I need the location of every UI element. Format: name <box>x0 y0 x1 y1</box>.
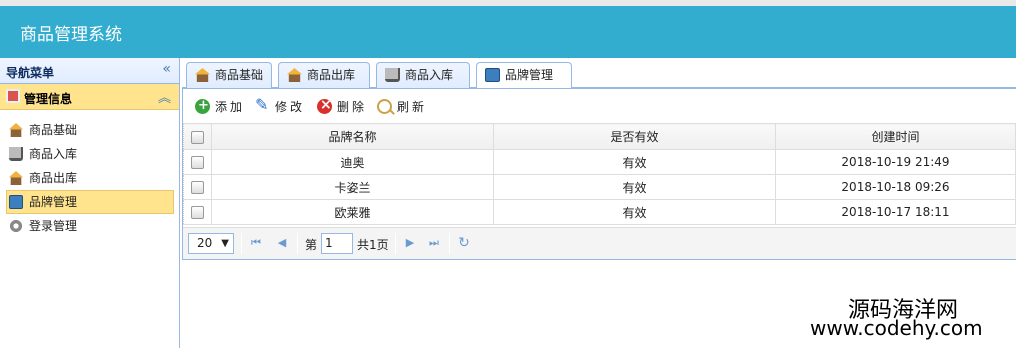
page-number-input[interactable]: 1 <box>321 233 353 254</box>
tab-label: 商品基础 <box>215 68 264 82</box>
delete-icon <box>317 96 335 114</box>
nav-header: 导航菜单 « <box>0 58 179 84</box>
book-icon <box>485 68 500 82</box>
valid-cell: 有效 <box>493 149 776 175</box>
tab-brand[interactable]: 品牌管理✕ <box>476 62 572 106</box>
refresh-button[interactable]: 刷新 <box>377 98 427 116</box>
collapse-up-icon[interactable]: ︽ <box>158 87 171 106</box>
tab-product-basic[interactable]: 商品基础 <box>186 62 272 88</box>
sidebar-item-label: 商品基础 <box>29 123 78 137</box>
last-page-icon[interactable]: ⏭ <box>427 236 441 250</box>
nav-group-label: 管理信息 <box>24 92 73 106</box>
refresh-label: 刷新 <box>397 100 428 114</box>
edit-label: 修改 <box>275 100 306 114</box>
page-size-select[interactable]: 20 ▼ <box>188 233 234 254</box>
sidebar: 导航菜单 « 管理信息 ︽ 商品基础 商品入库 商品出库 品牌管理 登录管理 <box>0 58 180 348</box>
brand-panel: 添加 修改 删除 刷新 品牌名称 是否有效 创建时间 <box>182 88 1016 260</box>
delete-label: 删除 <box>337 100 368 114</box>
cart-icon <box>9 147 23 161</box>
app-title: 商品管理系统 <box>20 25 122 45</box>
home-icon <box>195 68 210 82</box>
delete-button[interactable]: 删除 <box>317 96 368 116</box>
brand-table: 品牌名称 是否有效 创建时间 迪奥 有效 2018-10-19 21:49 卡姿… <box>183 123 1016 225</box>
prev-page-icon[interactable]: ◀ <box>275 236 289 250</box>
tab-label: 商品出库 <box>307 68 356 82</box>
sidebar-item-stock-out[interactable]: 商品出库 <box>6 166 174 190</box>
created-cell: 2018-10-17 18:11 <box>775 199 1016 225</box>
pagination: 20 ▼ ⏮ ◀ 第 1 共1页 ▶ ⏭ ↻ <box>183 227 1016 259</box>
tab-stock-in[interactable]: 商品入库✕ <box>376 62 470 106</box>
sidebar-item-label: 商品出库 <box>29 171 78 185</box>
page-size-value: 20 <box>197 236 213 250</box>
search-refresh-icon <box>377 99 392 114</box>
edit-button[interactable]: 修改 <box>255 96 306 116</box>
gear-icon <box>9 219 23 233</box>
add-label: 添加 <box>215 100 246 114</box>
sidebar-item-label: 商品入库 <box>29 147 78 161</box>
sidebar-item-stock-in[interactable]: 商品入库 <box>6 142 174 166</box>
pager-separator <box>449 233 450 254</box>
row-checkbox[interactable] <box>191 181 204 194</box>
created-cell: 2018-10-19 21:49 <box>775 149 1016 175</box>
column-header[interactable]: 创建时间 <box>775 123 1016 150</box>
nav-title: 导航菜单 <box>6 66 55 80</box>
select-all-checkbox[interactable] <box>191 130 204 144</box>
row-checkbox[interactable] <box>191 206 204 219</box>
add-icon <box>195 97 212 115</box>
nav-group-header[interactable]: 管理信息 ︽ <box>0 84 179 110</box>
pager-separator <box>241 233 242 254</box>
next-page-icon[interactable]: ▶ <box>403 236 417 250</box>
sidebar-item-label: 品牌管理 <box>29 195 78 209</box>
page-total: 共1页 <box>357 238 389 252</box>
table-row[interactable]: 欧莱雅 有效 2018-10-17 18:11 <box>183 199 1016 225</box>
select-all-checkbox-cell[interactable] <box>183 123 212 150</box>
sidebar-item-label: 登录管理 <box>29 219 78 233</box>
tab-label: 品牌管理 <box>505 68 554 82</box>
collapse-left-icon[interactable]: « <box>162 61 171 77</box>
sidebar-item-product-basic[interactable]: 商品基础 <box>6 118 174 142</box>
home-icon <box>9 171 23 185</box>
table-row[interactable]: 迪奥 有效 2018-10-19 21:49 <box>183 149 1016 175</box>
table-row[interactable]: 卡姿兰 有效 2018-10-18 09:26 <box>183 174 1016 200</box>
tab-label: 商品入库 <box>405 68 454 82</box>
created-cell: 2018-10-18 09:26 <box>775 174 1016 200</box>
home-icon <box>9 123 23 137</box>
column-header[interactable]: 是否有效 <box>493 123 776 150</box>
valid-cell: 有效 <box>493 174 776 200</box>
dropdown-caret-icon: ▼ <box>221 238 229 249</box>
toolbar: 添加 修改 删除 刷新 <box>183 89 1016 123</box>
cart-icon <box>385 68 400 82</box>
first-page-icon[interactable]: ⏮ <box>249 236 263 250</box>
add-button[interactable]: 添加 <box>195 97 246 116</box>
row-checkbox-cell[interactable] <box>183 149 212 175</box>
pager-separator <box>395 233 396 254</box>
sidebar-item-brand[interactable]: 品牌管理 <box>6 190 174 214</box>
brand-name-cell: 欧莱雅 <box>211 199 494 225</box>
column-header[interactable]: 品牌名称 <box>211 123 494 150</box>
row-checkbox[interactable] <box>191 156 204 169</box>
nav-menu: 商品基础 商品入库 商品出库 品牌管理 登录管理 <box>0 110 179 238</box>
pager-separator <box>297 233 298 254</box>
brand-name-cell: 卡姿兰 <box>211 174 494 200</box>
home-icon <box>287 68 302 82</box>
valid-cell: 有效 <box>493 199 776 225</box>
book-icon <box>9 195 23 209</box>
refresh-icon[interactable]: ↻ <box>457 236 471 250</box>
sidebar-item-login[interactable]: 登录管理 <box>6 214 174 238</box>
watermark-url: www.codehy.com <box>810 316 983 340</box>
pencil-icon <box>255 96 271 114</box>
tab-stock-out[interactable]: 商品出库✕ <box>278 62 370 106</box>
management-icon <box>6 89 20 103</box>
row-checkbox-cell[interactable] <box>183 199 212 225</box>
app-header: 商品管理系统 <box>0 0 1016 58</box>
row-checkbox-cell[interactable] <box>183 174 212 200</box>
tab-bar: 商品基础 商品出库✕ 商品入库✕ 品牌管理✕ <box>182 58 1016 106</box>
table-header-row: 品牌名称 是否有效 创建时间 <box>183 123 1016 150</box>
brand-name-cell: 迪奥 <box>211 149 494 175</box>
page-prefix: 第 <box>305 238 318 252</box>
